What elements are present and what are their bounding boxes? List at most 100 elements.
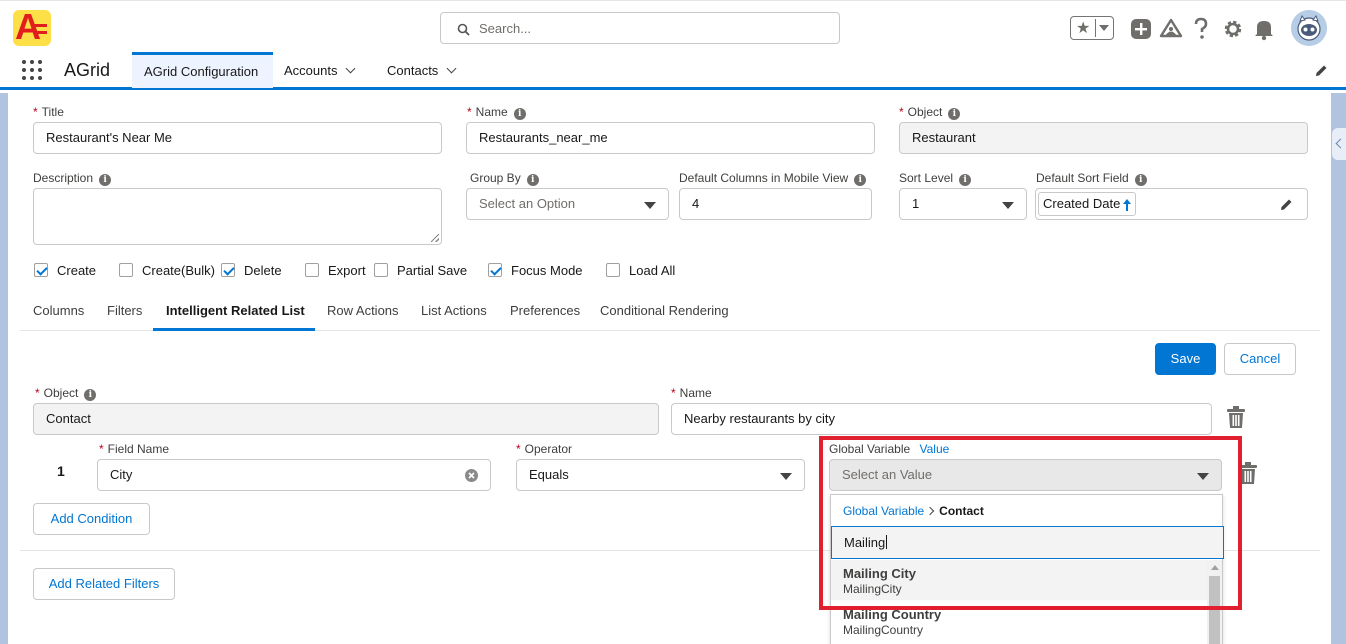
add-icon[interactable] xyxy=(1128,14,1154,42)
global-search-input[interactable]: Search... xyxy=(440,12,840,44)
search-icon xyxy=(457,23,470,36)
focus-mode-checkbox[interactable] xyxy=(488,263,502,277)
description-textarea[interactable] xyxy=(33,188,442,245)
side-panel-toggle[interactable] xyxy=(1332,128,1346,160)
sort-field-pill[interactable]: Created Date xyxy=(1038,192,1136,216)
dropdown-scrollbar[interactable] xyxy=(1207,560,1222,644)
cancel-button[interactable]: Cancel xyxy=(1224,343,1296,375)
export-checkbox-label: Export xyxy=(328,263,366,278)
scroll-up-arrow-icon[interactable] xyxy=(1211,565,1219,570)
add-condition-button[interactable]: Add Condition xyxy=(33,503,150,535)
active-tab-indicator xyxy=(153,328,315,331)
option-mailing-country[interactable]: Mailing Country MailingCountry xyxy=(831,601,1207,641)
search-placeholder: Search... xyxy=(479,21,532,36)
operator-select[interactable]: Equals xyxy=(516,459,805,491)
tab-preferences[interactable]: Preferences xyxy=(510,303,580,318)
tab-conditional-rendering[interactable]: Conditional Rendering xyxy=(600,303,729,318)
app-logo[interactable]: A xyxy=(13,6,51,47)
info-icon[interactable]: i xyxy=(99,174,112,186)
default-columns-mobile-label: Default Columns in Mobile View i xyxy=(679,171,867,186)
global-header: A Search... ★ xyxy=(0,0,1346,52)
option-mailing-city[interactable]: Mailing City MailingCity xyxy=(831,560,1207,600)
global-variable-option[interactable]: Global Variable xyxy=(829,442,910,456)
create-checkbox-label: Create xyxy=(57,263,97,278)
app-name: AGrid xyxy=(64,60,111,80)
tab-row-actions[interactable]: Row Actions xyxy=(327,303,399,318)
dropdown-search-input[interactable]: Mailing xyxy=(831,526,1224,559)
export-checkbox[interactable] xyxy=(305,263,319,277)
info-icon[interactable]: i xyxy=(959,174,972,186)
dropdown-caret-icon xyxy=(1002,202,1014,209)
app-navigation-bar: AGrid AGrid Configuration Accounts Conta… xyxy=(0,52,1346,90)
related-name-input[interactable]: Nearby restaurants by city xyxy=(671,403,1212,435)
sort-level-select[interactable]: 1 xyxy=(899,188,1027,220)
default-columns-mobile-input[interactable]: 4 xyxy=(679,188,872,220)
related-object-input: Contact xyxy=(33,403,659,435)
sort-level-label: Sort Level i xyxy=(899,171,972,186)
breadcrumb: Global Variable Contact xyxy=(843,504,984,518)
field-name-input[interactable]: City xyxy=(97,459,491,491)
name-label: * Name i xyxy=(467,105,526,120)
info-icon[interactable]: i xyxy=(513,108,526,120)
info-icon[interactable]: i xyxy=(854,174,867,186)
tab-intelligent-related-list[interactable]: Intelligent Related List xyxy=(166,303,305,318)
chevron-right-icon xyxy=(925,506,935,516)
related-name-label: * Name xyxy=(671,386,712,400)
partial-save-checkbox[interactable] xyxy=(374,263,388,277)
group-by-label: Group By i xyxy=(470,171,539,186)
partial-save-checkbox-label: Partial Save xyxy=(397,263,468,278)
chevron-down-icon[interactable] xyxy=(346,63,356,74)
delete-condition-trash-icon[interactable] xyxy=(1239,462,1257,484)
scrollbar-thumb[interactable] xyxy=(1209,576,1220,644)
global-variable-dropdown: Global Variable Contact Mailing Mailing C… xyxy=(830,494,1224,644)
astro-avatar-icon xyxy=(1291,10,1327,46)
help-icon[interactable] xyxy=(1188,14,1214,42)
resize-handle[interactable] xyxy=(431,234,439,242)
info-icon[interactable]: i xyxy=(526,174,539,186)
tab-filters[interactable]: Filters xyxy=(107,303,142,318)
clear-icon[interactable] xyxy=(465,469,478,482)
title-input[interactable]: Restaurant's Near Me xyxy=(33,122,442,154)
condition-index: 1 xyxy=(57,463,65,479)
favorites-button[interactable]: ★ xyxy=(1070,16,1114,40)
breadcrumb-global-variable[interactable]: Global Variable xyxy=(843,504,924,518)
user-avatar[interactable] xyxy=(1291,10,1327,46)
description-label: Description i xyxy=(33,171,112,186)
save-button[interactable]: Save xyxy=(1155,343,1216,375)
sort-ascending-arrow-icon[interactable] xyxy=(1122,198,1132,212)
chevron-down-icon[interactable] xyxy=(446,63,457,74)
value-option-link[interactable]: Value xyxy=(920,442,950,456)
tab-columns[interactable]: Columns xyxy=(33,303,84,318)
tab-list-actions[interactable]: List Actions xyxy=(421,303,487,318)
load-all-checkbox[interactable] xyxy=(606,263,620,277)
info-icon[interactable]: i xyxy=(1134,174,1147,186)
create-bulk-checkbox-label: Create(Bulk) xyxy=(142,263,215,278)
dropdown-caret-icon xyxy=(780,473,792,480)
create-bulk-checkbox[interactable] xyxy=(119,263,133,277)
create-checkbox[interactable] xyxy=(34,263,48,277)
tab-agrid-configuration[interactable]: AGrid Configuration xyxy=(132,52,273,88)
tab-accounts[interactable]: Accounts xyxy=(272,52,366,88)
global-variable-value-select[interactable]: Select an Value xyxy=(829,459,1222,491)
info-icon[interactable]: i xyxy=(84,389,97,401)
focus-mode-checkbox-label: Focus Mode xyxy=(511,263,583,278)
breadcrumb-contact: Contact xyxy=(939,504,984,518)
value-type-toggle: Global Variable Value xyxy=(829,442,949,456)
app-launcher-icon[interactable] xyxy=(22,60,42,80)
delete-trash-icon[interactable] xyxy=(1227,406,1245,428)
operator-label: * Operator xyxy=(516,442,573,456)
name-input[interactable]: Restaurants_near_me xyxy=(466,122,875,154)
group-by-select[interactable]: Select an Option xyxy=(466,188,669,220)
notifications-bell-icon[interactable] xyxy=(1251,14,1277,42)
settings-gear-icon[interactable] xyxy=(1220,14,1246,42)
delete-checkbox[interactable] xyxy=(221,263,235,277)
tab-contacts[interactable]: Contacts xyxy=(375,52,467,88)
dropdown-caret-icon xyxy=(644,202,656,209)
default-sort-field-input[interactable]: Created Date xyxy=(1035,188,1308,220)
dropdown-caret-icon xyxy=(1197,473,1209,480)
trailhead-icon[interactable] xyxy=(1158,14,1184,42)
edit-pencil-icon[interactable] xyxy=(1279,198,1293,212)
edit-nav-pencil-icon[interactable] xyxy=(1314,64,1328,78)
add-related-filters-button[interactable]: Add Related Filters xyxy=(33,568,175,600)
info-icon[interactable]: i xyxy=(948,108,961,120)
